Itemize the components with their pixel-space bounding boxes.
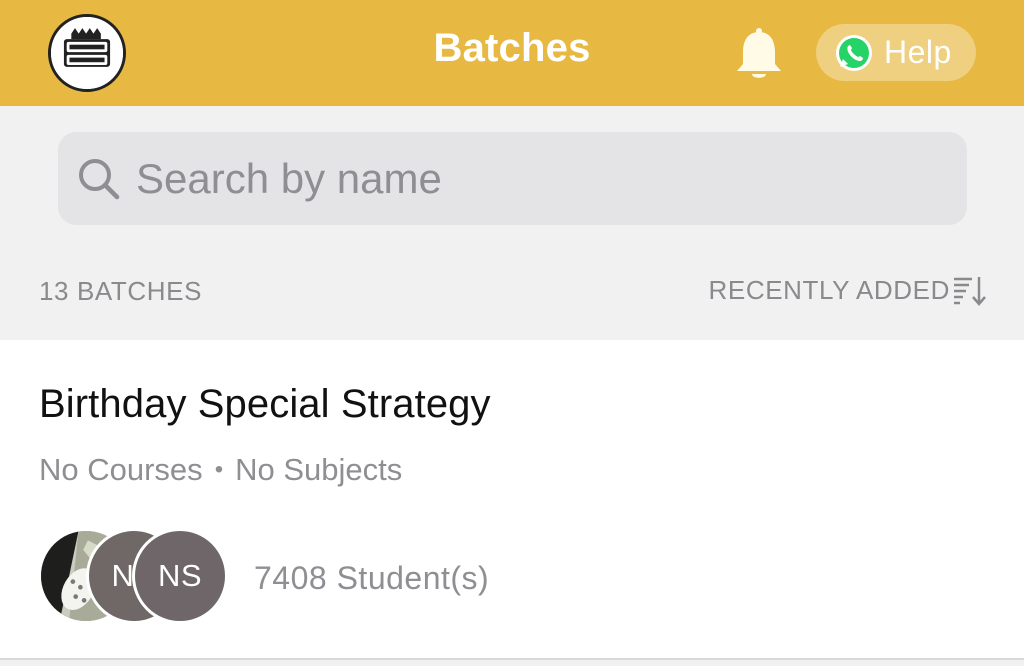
meta-separator: • [214,456,224,483]
help-button-label: Help [884,34,952,70]
bell-icon[interactable] [733,26,785,82]
batch-meta: No Courses • No Subjects [39,452,402,488]
batch-name: Birthday Special Strategy [39,382,491,426]
courses-count: No Courses [39,452,203,487]
batch-count-label: 13 BATCHES [39,276,203,306]
avatar: NS [132,528,228,624]
top-app-bar: Batches Help [0,0,1024,106]
search-icon [76,156,122,202]
help-button[interactable]: Help [816,24,976,81]
student-count: 7408 Student(s) [254,560,490,596]
search-input[interactable] [136,154,956,203]
whatsapp-icon [834,33,874,73]
subjects-count: No Subjects [235,452,403,487]
student-avatars: N NS [38,528,238,624]
sort-label: RECENTLY ADDED [708,274,950,305]
sort-descending-icon [952,273,986,307]
app-root: Batches Help Search by name 13 BATCHES R… [0,0,1024,666]
search-bar[interactable] [58,132,967,225]
batch-card[interactable]: Birthday Special Strategy No Courses • N… [0,340,1024,660]
sort-button[interactable]: RECENTLY ADDED [709,272,987,308]
